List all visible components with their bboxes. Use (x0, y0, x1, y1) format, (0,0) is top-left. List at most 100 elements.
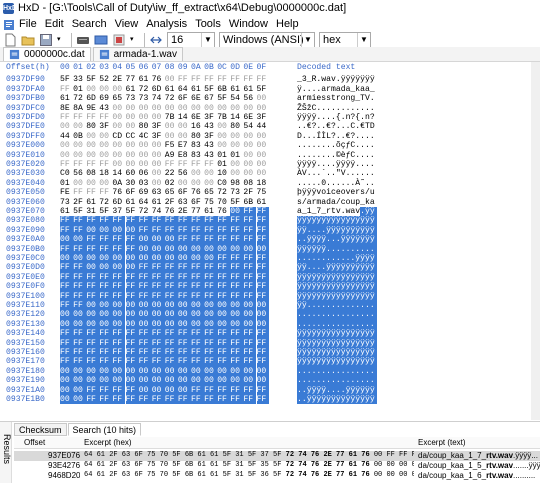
decoded-text[interactable]: ..ÿÿÿÿ...ÿÿÿÿÿÿÿ (297, 235, 378, 245)
hex-byte[interactable]: FF (217, 385, 231, 395)
hex-byte[interactable]: FF (217, 395, 231, 405)
hex-byte[interactable]: 00 (230, 366, 244, 377)
hex-byte[interactable]: FF (204, 235, 218, 245)
display-mode-select[interactable]: hex ▼ (319, 32, 371, 48)
decoded-text[interactable]: ÿÿÿÿÿÿÿÿÿÿÿÿÿÿÿÿ (297, 348, 378, 358)
hex-byte[interactable]: 00 (60, 376, 74, 386)
hex-byte[interactable]: FF (191, 216, 205, 226)
hex-byte[interactable]: FF (243, 235, 257, 245)
hex-byte[interactable]: 00 (204, 310, 218, 320)
hex-byte[interactable]: 00 (151, 244, 165, 254)
hex-byte[interactable]: 00 (86, 141, 96, 150)
hex-byte[interactable]: 00 (177, 385, 191, 395)
hex-byte[interactable]: 00 (99, 132, 109, 141)
hex-byte[interactable]: 9E (86, 104, 96, 113)
hex-byte[interactable]: 64 (178, 85, 188, 94)
hex-byte[interactable]: 00 (126, 104, 136, 113)
hex-byte[interactable]: FF (204, 357, 218, 367)
hex-byte[interactable]: 76 (112, 188, 122, 197)
hex-byte[interactable]: 00 (191, 254, 205, 264)
hex-byte[interactable]: 00 (217, 122, 227, 131)
hex-byte[interactable]: FF (217, 282, 231, 292)
hex-byte[interactable]: 76 (217, 207, 227, 216)
hex-byte[interactable]: 67 (204, 94, 214, 103)
hex-byte[interactable]: FF (217, 338, 231, 348)
hex-byte[interactable]: 4C (139, 132, 149, 141)
hex-byte[interactable]: FF (230, 272, 244, 283)
disk-editor-icon[interactable] (76, 33, 90, 47)
hex-byte[interactable]: FF (191, 329, 205, 339)
document-icon[interactable] (3, 19, 15, 31)
hex-byte[interactable]: 00 (230, 319, 244, 330)
hex-byte[interactable]: FF (191, 338, 205, 348)
hex-byte[interactable]: FF (151, 282, 165, 292)
hex-byte[interactable]: 18 (257, 179, 267, 188)
hex-byte[interactable]: 00 (126, 113, 136, 122)
hex-byte[interactable]: 00 (99, 225, 113, 236)
hex-byte[interactable]: FF (86, 216, 100, 226)
hex-byte[interactable]: 61 (204, 207, 214, 216)
hex-byte[interactable]: 00 (125, 263, 139, 273)
hex-byte[interactable]: 00 (151, 385, 165, 395)
hex-byte[interactable]: 80 (139, 122, 149, 131)
hex-byte[interactable]: C0 (60, 169, 70, 178)
hex-byte[interactable]: FF (243, 357, 257, 367)
decoded-text[interactable]: ÿÿÿÿÿÿÿÿÿÿÿÿÿÿÿÿ (297, 216, 378, 226)
hex-byte[interactable]: 00 (112, 319, 126, 330)
hex-byte[interactable]: 00 (125, 376, 139, 386)
hex-byte[interactable]: 00 (217, 104, 227, 113)
hex-byte[interactable]: 00 (86, 301, 100, 311)
decoded-text[interactable]: ÿÿÿÿÿÿÿÿÿÿÿÿÿÿÿÿ (297, 357, 378, 367)
hex-byte[interactable]: FF (177, 216, 191, 226)
hex-byte[interactable]: 00 (99, 263, 113, 273)
hex-byte[interactable]: 00 (138, 385, 152, 395)
hex-byte[interactable]: FF (230, 263, 244, 273)
hex-byte[interactable]: 00 (112, 301, 126, 311)
hex-byte[interactable]: 80 (191, 132, 201, 141)
hex-byte[interactable]: FF (99, 188, 109, 197)
hex-byte[interactable]: 00 (204, 376, 218, 386)
hex-byte[interactable]: 00 (243, 169, 253, 178)
hex-byte[interactable]: 00 (256, 319, 269, 330)
hex-byte[interactable]: FF (73, 291, 87, 301)
hex-byte[interactable]: 00 (60, 310, 74, 320)
hex-byte[interactable]: CC (126, 132, 136, 141)
hex-byte[interactable]: FF (99, 357, 113, 367)
hex-byte[interactable]: 56 (178, 169, 188, 178)
hex-byte[interactable]: FF (60, 291, 74, 301)
decoded-text[interactable]: ÿÿÿÿ....ÿÿÿÿ.... (297, 160, 375, 169)
hex-byte[interactable]: FF (125, 216, 139, 226)
decoded-text[interactable]: D...ÍÌL?..€?.... (297, 132, 375, 141)
hex-byte[interactable]: 43 (204, 151, 214, 160)
hex-byte[interactable]: 00 (151, 254, 165, 264)
hex-byte[interactable]: FF (60, 272, 74, 283)
hex-byte[interactable]: 00 (191, 169, 201, 178)
hex-byte[interactable]: 00 (112, 85, 122, 94)
hex-byte[interactable]: FF (112, 385, 126, 395)
hex-byte[interactable]: 00 (73, 235, 87, 245)
hex-byte[interactable]: 00 (217, 366, 231, 377)
hex-byte[interactable]: FF (164, 216, 178, 226)
hex-byte[interactable]: FF (191, 395, 205, 405)
hex-byte[interactable]: FF (177, 263, 191, 273)
hex-byte[interactable]: 06 (139, 169, 149, 178)
hex-byte[interactable]: 00 (138, 319, 152, 330)
hex-byte[interactable]: FF (125, 338, 139, 348)
hex-byte[interactable]: FF (217, 357, 231, 367)
hex-byte[interactable]: FF (177, 357, 191, 367)
hex-byte[interactable]: 00 (178, 104, 188, 113)
hex-byte[interactable]: FF (99, 160, 109, 169)
hex-byte[interactable]: 00 (99, 376, 113, 386)
hex-byte[interactable]: 5F (126, 207, 136, 216)
hex-byte[interactable]: 00 (178, 122, 188, 131)
hex-byte[interactable]: FF (256, 272, 269, 283)
decoded-text[interactable]: a_1_7_rtv.wav.ÿÿ (297, 207, 377, 217)
hex-byte[interactable]: FF (86, 348, 100, 358)
hex-byte[interactable]: 00 (99, 85, 109, 94)
hex-byte[interactable]: 6E (191, 94, 201, 103)
hex-byte[interactable]: FF (217, 291, 231, 301)
hex-byte[interactable]: 01 (230, 151, 240, 160)
hex-byte[interactable]: 00 (112, 254, 126, 264)
hex-byte[interactable]: 00 (112, 225, 126, 236)
decoded-text[interactable]: ÿÿÿÿÿÿÿÿÿÿÿÿÿÿÿÿ (297, 272, 378, 283)
